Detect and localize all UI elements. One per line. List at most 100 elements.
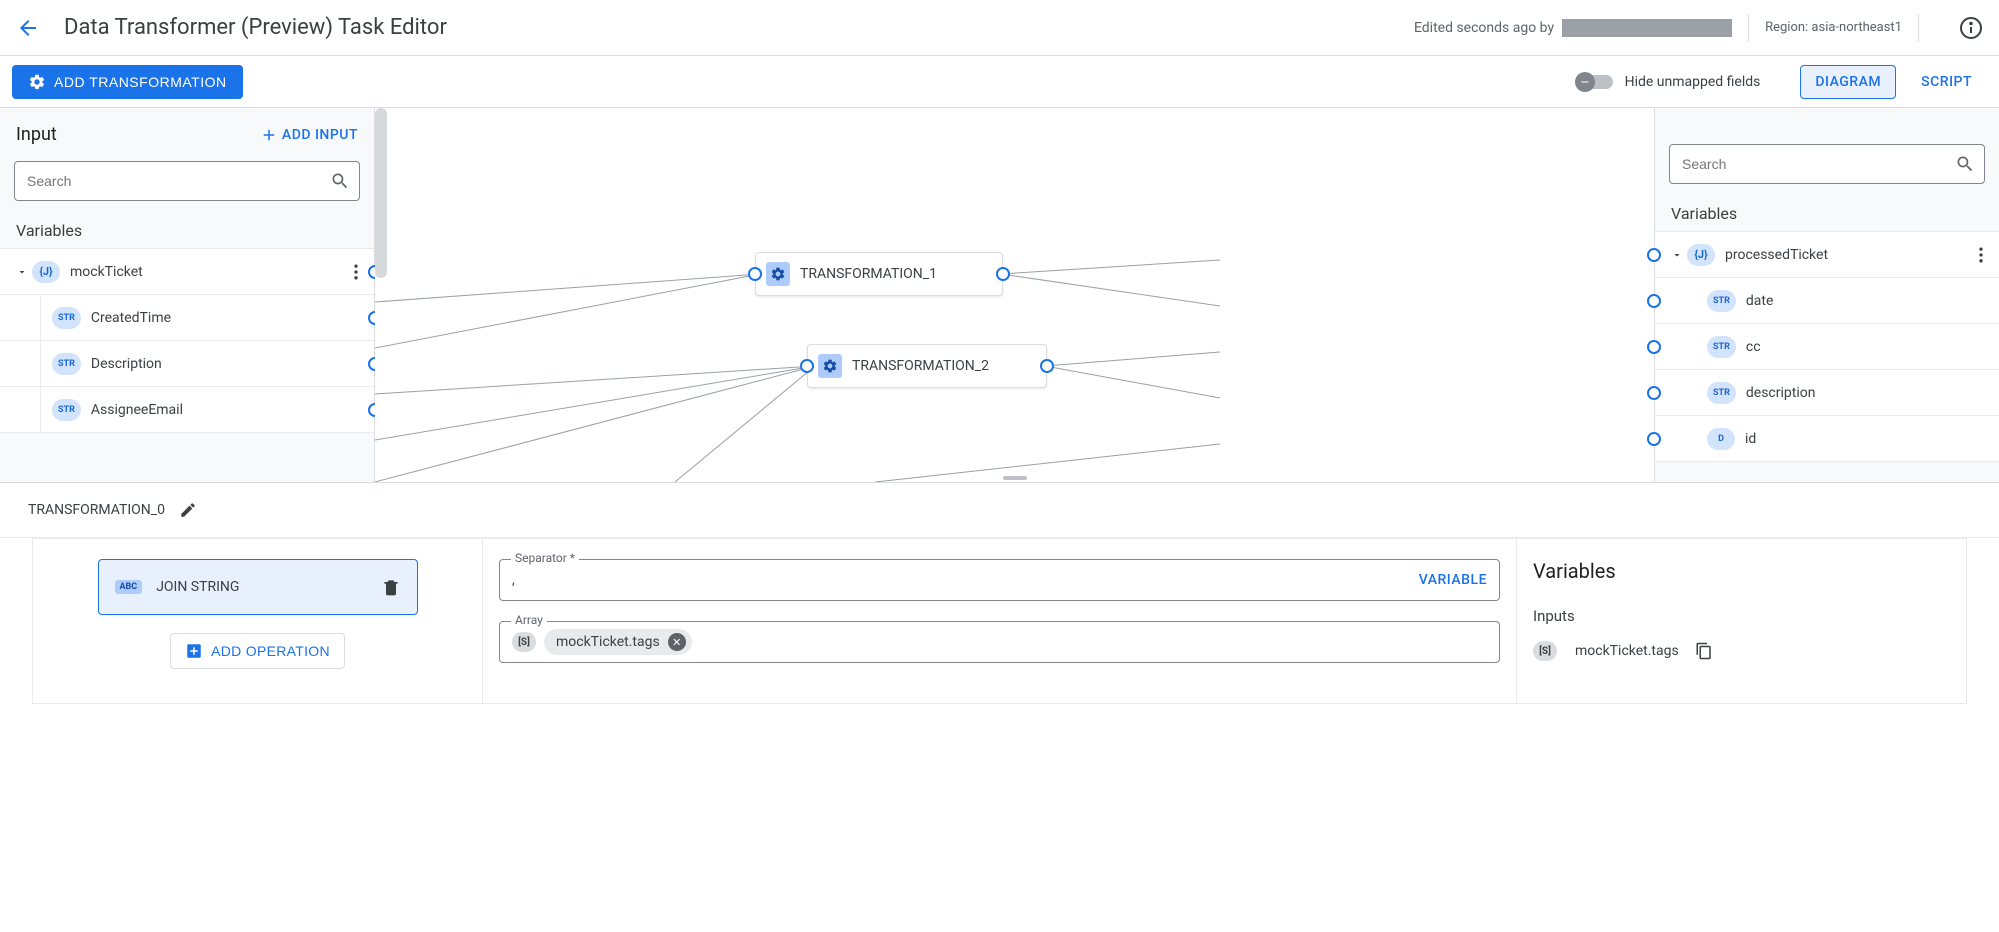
field-label: Array xyxy=(511,613,547,627)
input-port[interactable] xyxy=(1647,248,1661,262)
variable-row[interactable]: STR description xyxy=(1655,370,1999,416)
variable-row-root[interactable]: {J} mockTicket xyxy=(0,249,374,295)
add-transformation-button[interactable]: ADD TRANSFORMATION xyxy=(12,65,243,99)
delete-icon[interactable] xyxy=(381,577,401,597)
operation-type-badge: ABC xyxy=(115,580,143,594)
output-variable-row: [S] mockTicket.tags xyxy=(1533,641,1950,661)
variable-row[interactable]: STR cc xyxy=(1655,324,1999,370)
variable-name: AssigneeEmail xyxy=(91,402,366,418)
panel-resize-handle[interactable] xyxy=(1003,476,1027,480)
main-area: Input ADD INPUT Variables {J} mockTicket xyxy=(0,108,1999,482)
variable-row[interactable]: STR Description xyxy=(0,341,374,387)
type-badge-str: STR xyxy=(1707,290,1736,312)
input-port[interactable] xyxy=(748,267,762,281)
variable-row[interactable]: STR AssigneeEmail xyxy=(0,387,374,433)
connection-lines xyxy=(375,108,1654,482)
inputs-subtitle: Inputs xyxy=(1533,607,1950,625)
array-field[interactable]: Array [S] mockTicket.tags ✕ xyxy=(499,621,1500,663)
plus-icon xyxy=(260,126,278,144)
tab-script[interactable]: SCRIPT xyxy=(1906,65,1987,99)
variables-title: Variables xyxy=(1533,559,1950,583)
tab-diagram[interactable]: DIAGRAM xyxy=(1800,65,1896,99)
variable-name: date xyxy=(1746,293,1991,309)
view-tabs: DIAGRAM SCRIPT xyxy=(1800,65,1987,99)
input-port[interactable] xyxy=(800,359,814,373)
gear-icon xyxy=(28,73,46,91)
variable-name: id xyxy=(1745,431,1991,447)
hide-unmapped-toggle[interactable]: Hide unmapped fields xyxy=(1577,74,1761,90)
kebab-menu-icon[interactable] xyxy=(1971,245,1991,265)
operation-chip[interactable]: ABC JOIN STRING xyxy=(98,559,418,615)
divider xyxy=(1918,14,1919,42)
chip-label: mockTicket.tags xyxy=(556,634,660,650)
copy-icon[interactable] xyxy=(1695,642,1713,660)
plus-box-icon xyxy=(185,642,203,660)
chip-remove-icon[interactable]: ✕ xyxy=(668,633,686,651)
app-header: Data Transformer (Preview) Task Editor E… xyxy=(0,0,1999,56)
variable-button[interactable]: VARIABLE xyxy=(1419,572,1487,588)
variable-row-root[interactable]: {J} processedTicket xyxy=(1655,232,1999,278)
input-port[interactable] xyxy=(1647,432,1661,446)
variable-name: CreatedTime xyxy=(91,310,366,326)
page-title: Data Transformer (Preview) Task Editor xyxy=(64,15,447,40)
field-label: Separator * xyxy=(511,551,579,565)
add-input-button[interactable]: ADD INPUT xyxy=(260,126,358,144)
type-badge-json: {J} xyxy=(1687,244,1715,266)
edited-by-text: Edited seconds ago by xyxy=(1414,20,1554,36)
region-label: Region: asia-northeast1 xyxy=(1765,20,1902,35)
kebab-menu-icon[interactable] xyxy=(346,262,366,282)
type-badge-str: STR xyxy=(52,399,81,421)
chevron-down-icon[interactable] xyxy=(1667,249,1687,261)
transformation-name: TRANSFORMATION_0 xyxy=(28,502,165,518)
separator-value: , xyxy=(512,572,1419,588)
output-port[interactable] xyxy=(996,267,1010,281)
variable-name: description xyxy=(1746,385,1991,401)
type-badge-d: D xyxy=(1707,428,1735,450)
operation-config-column: Separator * , VARIABLE Array [S] mockTic… xyxy=(482,538,1517,704)
hide-unmapped-label: Hide unmapped fields xyxy=(1625,74,1761,90)
variable-row[interactable]: STR CreatedTime xyxy=(0,295,374,341)
type-badge-str: STR xyxy=(52,307,81,329)
add-transformation-label: ADD TRANSFORMATION xyxy=(54,74,227,90)
gear-icon xyxy=(766,262,790,286)
variable-row[interactable]: D id xyxy=(1655,416,1999,462)
chevron-down-icon[interactable] xyxy=(12,266,32,278)
edit-icon[interactable] xyxy=(179,501,197,519)
toggle-thumb-icon xyxy=(1575,72,1595,92)
input-search-input[interactable] xyxy=(14,161,360,201)
variable-row[interactable]: STR date xyxy=(1655,278,1999,324)
type-badge-str: STR xyxy=(52,353,81,375)
transformation-node[interactable]: TRANSFORMATION_2 xyxy=(807,344,1047,388)
input-panel-title: Input xyxy=(16,124,57,145)
variable-chip: mockTicket.tags ✕ xyxy=(544,629,692,655)
gear-icon xyxy=(818,354,842,378)
type-badge-str: STR xyxy=(1707,336,1736,358)
add-operation-button[interactable]: ADD OPERATION xyxy=(170,633,345,669)
variable-name: mockTicket.tags xyxy=(1575,643,1679,659)
add-operation-label: ADD OPERATION xyxy=(211,643,330,659)
transformation-node[interactable]: TRANSFORMATION_1 xyxy=(755,252,1003,296)
input-variable-tree: {J} mockTicket STR CreatedTime STR Descr… xyxy=(0,248,374,433)
variable-name: Description xyxy=(91,356,366,372)
operations-column: ABC JOIN STRING ADD OPERATION xyxy=(32,538,482,704)
variables-section-label: Variables xyxy=(0,209,374,248)
input-port[interactable] xyxy=(1647,386,1661,400)
editor-name-redacted xyxy=(1562,19,1732,37)
input-port[interactable] xyxy=(1647,294,1661,308)
info-icon[interactable] xyxy=(1959,16,1983,40)
back-arrow-icon[interactable] xyxy=(16,16,40,40)
operation-label: JOIN STRING xyxy=(156,579,380,595)
divider xyxy=(1748,14,1749,42)
scrollbar[interactable] xyxy=(375,108,387,278)
output-variable-tree: {J} processedTicket STR date STR cc STR … xyxy=(1655,231,1999,462)
type-badge-json: {J} xyxy=(32,261,60,283)
separator-field[interactable]: Separator * , VARIABLE xyxy=(499,559,1500,601)
transformation-details-panel: TRANSFORMATION_0 ABC JOIN STRING ADD OPE… xyxy=(0,482,1999,724)
output-search-input[interactable] xyxy=(1669,144,1985,184)
output-port[interactable] xyxy=(1040,359,1054,373)
variable-name: cc xyxy=(1746,339,1991,355)
input-port[interactable] xyxy=(1647,340,1661,354)
add-input-label: ADD INPUT xyxy=(282,127,358,143)
variable-name: mockTicket xyxy=(70,264,346,280)
diagram-canvas[interactable]: TRANSFORMATION_1 TRANSFORMATION_2 xyxy=(375,108,1654,482)
